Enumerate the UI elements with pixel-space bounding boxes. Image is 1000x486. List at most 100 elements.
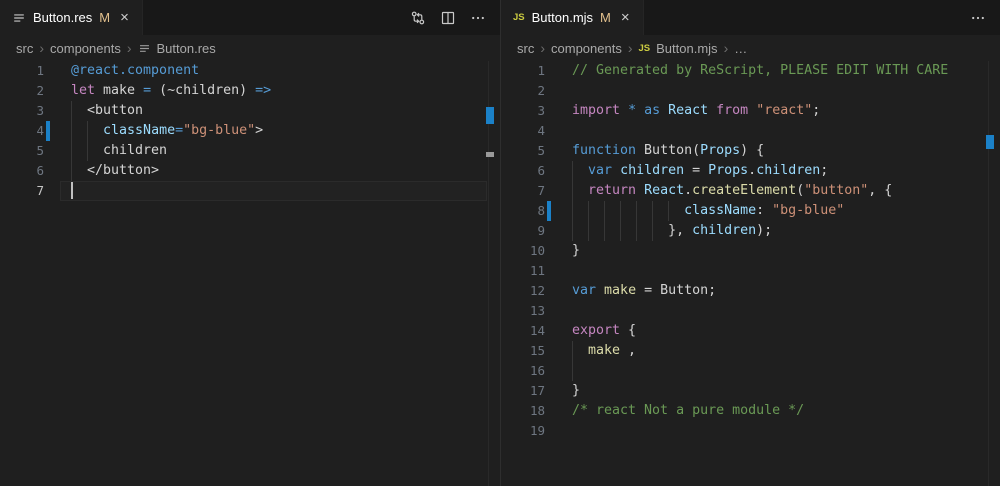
code-line[interactable]: 12 var make = Button; (501, 281, 1000, 301)
code-line[interactable]: 1 @react.component (0, 61, 500, 81)
line-number[interactable]: 6 (501, 161, 545, 181)
code-line-content[interactable]: return React.createElement("button", { (572, 181, 892, 201)
more-actions-icon[interactable] (468, 8, 488, 28)
line-number[interactable]: 3 (501, 101, 545, 121)
code-line[interactable]: 14 export { (501, 321, 1000, 341)
code-line-content[interactable]: }, children); (572, 221, 772, 241)
code-lines: 1 // Generated by ReScript, PLEASE EDIT W… (501, 61, 1000, 441)
open-changes-icon[interactable] (408, 8, 428, 28)
code-token (636, 183, 644, 198)
line-number[interactable]: 16 (501, 361, 545, 381)
code-line[interactable]: 2 (501, 81, 1000, 101)
code-line-content[interactable]: /* react Not a pure module */ (572, 401, 804, 421)
gutter-modified-indicator (547, 201, 551, 221)
line-number[interactable]: 5 (501, 141, 545, 161)
code-line[interactable]: 6 var children = Props.children; (501, 161, 1000, 181)
overview-ruler[interactable] (488, 61, 500, 486)
close-icon[interactable]: × (618, 9, 633, 26)
code-line[interactable]: 1 // Generated by ReScript, PLEASE EDIT W… (501, 61, 1000, 81)
code-line[interactable]: 3 import * as React from "react"; (501, 101, 1000, 121)
code-line[interactable]: 13 (501, 301, 1000, 321)
code-line-content[interactable]: export { (572, 321, 636, 341)
code-line-content[interactable]: let make = (~children) => (71, 81, 271, 101)
line-number[interactable]: 11 (501, 261, 545, 281)
code-line-content[interactable]: className: "bg-blue" (572, 201, 844, 221)
code-line[interactable]: 2 let make = (~children) => (0, 81, 500, 101)
code-line[interactable]: 19 (501, 421, 1000, 441)
line-number[interactable]: 18 (501, 401, 545, 421)
code-line-content[interactable]: var children = Props.children; (572, 161, 828, 181)
code-line[interactable]: 15 make , (501, 341, 1000, 361)
code-line[interactable]: 17} (501, 381, 1000, 401)
code-line[interactable]: 6 </button> (0, 161, 500, 181)
code-line[interactable]: 18 /* react Not a pure module */ (501, 401, 1000, 421)
tab-button-mjs[interactable]: JS Button.mjs M × (501, 0, 644, 35)
code-line-content[interactable]: // Generated by ReScript, PLEASE EDIT WI… (572, 61, 948, 81)
code-line[interactable]: 9 }, children); (501, 221, 1000, 241)
code-line-content[interactable]: } (572, 241, 580, 261)
breadcrumb-item-file[interactable]: Button.mjs (656, 41, 717, 56)
code-editor-right[interactable]: 1 // Generated by ReScript, PLEASE EDIT W… (501, 61, 1000, 486)
code-line-content[interactable]: import * as React from "react"; (572, 101, 820, 121)
breadcrumb-item-src[interactable]: src (16, 41, 33, 56)
line-number[interactable]: 4 (0, 121, 44, 141)
line-number[interactable]: 2 (501, 81, 545, 101)
line-number[interactable]: 4 (501, 121, 545, 141)
code-token: React (668, 103, 708, 118)
code-line-content[interactable]: } (572, 381, 580, 401)
line-number[interactable]: 15 (501, 341, 545, 361)
line-number[interactable]: 13 (501, 301, 545, 321)
code-token: }, (572, 223, 692, 238)
gutter-modified-indicator (46, 121, 50, 141)
code-token: /* react Not a pure module */ (572, 403, 804, 418)
code-line[interactable]: 16 (501, 361, 1000, 381)
line-number[interactable]: 19 (501, 421, 545, 441)
line-number[interactable]: 7 (501, 181, 545, 201)
tab-button-res[interactable]: Button.res M × (0, 0, 143, 35)
line-number[interactable]: 17 (501, 381, 545, 401)
line-number[interactable]: 1 (501, 61, 545, 81)
code-line[interactable]: 5 function Button(Props) { (501, 141, 1000, 161)
code-editor-left[interactable]: 1 @react.component 2 let make = (~children)… (0, 61, 500, 486)
breadcrumb-item-file[interactable]: Button.res (157, 41, 216, 56)
code-line-content[interactable]: className="bg-blue"> (71, 121, 263, 141)
editor-split-sash[interactable] (500, 0, 501, 486)
split-editor-icon[interactable] (438, 8, 458, 28)
breadcrumb-item-components[interactable]: components (50, 41, 121, 56)
code-line[interactable]: 5 children (0, 141, 500, 161)
more-actions-icon[interactable] (968, 8, 988, 28)
code-line[interactable]: 4 className="bg-blue"> (0, 121, 500, 141)
line-number[interactable]: 12 (501, 281, 545, 301)
line-number[interactable]: 7 (0, 181, 44, 201)
line-number[interactable]: 9 (501, 221, 545, 241)
line-number[interactable]: 6 (0, 161, 44, 181)
line-number[interactable]: 3 (0, 101, 44, 121)
line-number[interactable]: 2 (0, 81, 44, 101)
code-line[interactable]: 10} (501, 241, 1000, 261)
code-line[interactable]: 4 (501, 121, 1000, 141)
code-line-content[interactable]: function Button(Props) { (572, 141, 764, 161)
code-line[interactable]: 8 className: "bg-blue" (501, 201, 1000, 221)
code-line-content[interactable]: children (71, 141, 167, 161)
code-line-content[interactable]: @react.component (71, 61, 199, 81)
code-token: , { (868, 183, 892, 198)
code-line[interactable]: 11 (501, 261, 1000, 281)
code-line-content[interactable]: <button (71, 101, 143, 121)
close-icon[interactable]: × (117, 9, 132, 26)
code-line-content[interactable]: make , (572, 341, 636, 361)
line-number[interactable]: 14 (501, 321, 545, 341)
overview-ruler[interactable] (988, 61, 1000, 486)
breadcrumb-item-symbol[interactable]: … (734, 41, 747, 56)
code-token (596, 283, 604, 298)
code-line-content[interactable]: </button> (71, 161, 159, 181)
code-line[interactable]: 3 <button (0, 101, 500, 121)
line-number[interactable]: 10 (501, 241, 545, 261)
code-line[interactable]: 7 return React.createElement("button", { (501, 181, 1000, 201)
line-number[interactable]: 1 (0, 61, 44, 81)
line-number[interactable]: 5 (0, 141, 44, 161)
line-number[interactable]: 8 (501, 201, 545, 221)
breadcrumb-item-src[interactable]: src (517, 41, 534, 56)
code-line-content[interactable]: var make = Button; (572, 281, 716, 301)
code-line[interactable]: 7 (0, 181, 500, 201)
breadcrumb-item-components[interactable]: components (551, 41, 622, 56)
